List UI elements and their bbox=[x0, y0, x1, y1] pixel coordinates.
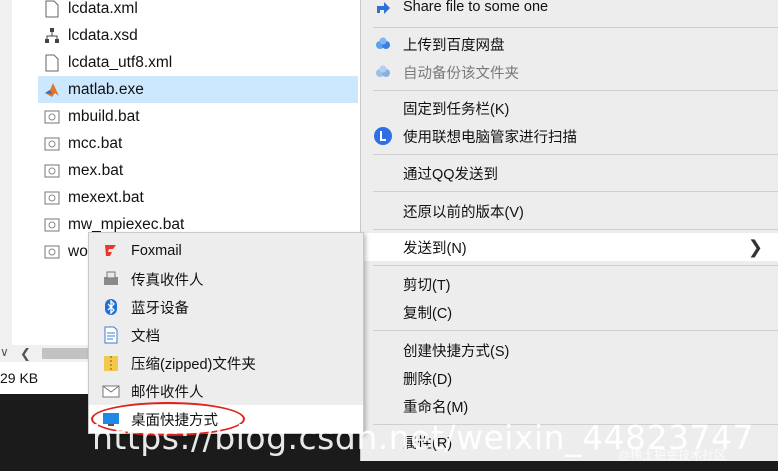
batch-icon bbox=[44, 191, 60, 204]
submenu-item-label: 蓝牙设备 bbox=[131, 300, 189, 317]
menu-item-share-file[interactable]: Share file to some one bbox=[361, 0, 778, 21]
menu-item-create-shortcut[interactable]: 创建快捷方式(S) bbox=[361, 336, 778, 364]
submenu-item-bluetooth[interactable]: 蓝牙设备 bbox=[89, 293, 363, 321]
menu-item-restore-versions[interactable]: 还原以前的版本(V) bbox=[361, 197, 778, 225]
menu-item-label: 还原以前的版本(V) bbox=[403, 204, 524, 221]
submenu-item-documents[interactable]: 文档 bbox=[89, 321, 363, 349]
file-name: lcdata_utf8.xml bbox=[68, 53, 173, 71]
menu-item-rename[interactable]: 重命名(M) bbox=[361, 392, 778, 420]
selection-size: 29 KB bbox=[0, 370, 39, 386]
submenu-item-mail-recipient[interactable]: 邮件收件人 bbox=[89, 377, 363, 405]
baidu-cloud-icon bbox=[376, 37, 390, 49]
file-row[interactable]: mexext.bat bbox=[38, 184, 358, 211]
bluetooth-icon bbox=[105, 299, 117, 315]
file-name: lcdata.xml bbox=[68, 0, 138, 17]
file-row[interactable]: mbuild.bat bbox=[38, 103, 358, 130]
menu-item-label: 使用联想电脑管家进行扫描 bbox=[403, 129, 577, 146]
lenovo-icon bbox=[374, 127, 392, 145]
file-name: wo bbox=[68, 242, 88, 260]
chevron-right-icon: ❯ bbox=[747, 237, 763, 257]
submenu-item-label: Foxmail bbox=[131, 243, 182, 259]
batch-icon bbox=[44, 164, 60, 177]
file-row-selected[interactable]: matlab.exe bbox=[38, 76, 358, 103]
fax-icon bbox=[104, 271, 118, 285]
chevron-left-icon[interactable]: ❮ bbox=[20, 346, 31, 362]
batch-icon bbox=[44, 218, 60, 231]
submenu-item-label: 传真收件人 bbox=[131, 272, 204, 289]
mail-icon bbox=[102, 385, 120, 398]
file-row[interactable]: lcdata.xml bbox=[38, 0, 358, 22]
menu-item-label: 剪切(T) bbox=[403, 277, 451, 294]
file-row[interactable]: mex.bat bbox=[38, 157, 358, 184]
document-icon bbox=[104, 326, 118, 344]
submenu-item-label: 压缩(zipped)文件夹 bbox=[131, 356, 256, 373]
file-row[interactable]: lcdata.xsd bbox=[38, 22, 358, 49]
share-icon bbox=[377, 2, 390, 14]
file-name: lcdata.xsd bbox=[68, 26, 138, 44]
matlab-icon bbox=[45, 82, 59, 97]
menu-item-label: 自动备份该文件夹 bbox=[403, 65, 519, 82]
submenu-item-zip-folder[interactable]: 压缩(zipped)文件夹 bbox=[89, 349, 363, 377]
submenu-item-label: 邮件收件人 bbox=[131, 384, 204, 401]
file-name: mex.bat bbox=[68, 161, 124, 179]
menu-item-label: Share file to some one bbox=[403, 0, 549, 15]
menu-item-label: 通过QQ发送到 bbox=[403, 166, 499, 183]
menu-item-copy[interactable]: 复制(C) bbox=[361, 298, 778, 326]
menu-separator bbox=[373, 90, 778, 91]
file-name: mcc.bat bbox=[68, 134, 123, 152]
context-menu: Share file to some one 上传到百度网盘 自动备份该文件夹 … bbox=[360, 0, 778, 461]
batch-icon bbox=[44, 137, 60, 150]
menu-item-label: 上传到百度网盘 bbox=[403, 37, 505, 54]
watermark-corner: @稀土掘金技术社区 bbox=[618, 448, 727, 462]
submenu-item-label: 文档 bbox=[131, 328, 160, 345]
menu-separator bbox=[373, 265, 778, 266]
menu-separator bbox=[373, 27, 778, 28]
file-name: mbuild.bat bbox=[68, 107, 140, 125]
menu-item-cut[interactable]: 剪切(T) bbox=[361, 270, 778, 298]
foxmail-icon bbox=[105, 245, 116, 256]
schema-icon bbox=[45, 27, 59, 43]
menu-item-label: 发送到(N) bbox=[403, 240, 467, 257]
file-row[interactable]: lcdata_utf8.xml bbox=[38, 49, 358, 76]
menu-item-upload-baidu[interactable]: 上传到百度网盘 bbox=[361, 30, 778, 58]
file-name: mw_mpiexec.bat bbox=[68, 215, 185, 233]
zip-folder-icon bbox=[104, 356, 118, 371]
batch-icon bbox=[44, 245, 60, 258]
menu-item-label: 创建快捷方式(S) bbox=[403, 343, 510, 360]
menu-item-auto-backup[interactable]: 自动备份该文件夹 bbox=[361, 58, 778, 86]
menu-item-delete[interactable]: 删除(D) bbox=[361, 364, 778, 392]
submenu-item-fax[interactable]: 传真收件人 bbox=[89, 265, 363, 293]
submenu-item-foxmail[interactable]: Foxmail bbox=[89, 237, 363, 265]
file-icon bbox=[45, 0, 59, 17]
menu-item-send-to[interactable]: 发送到(N) ❯ bbox=[361, 233, 778, 261]
baidu-cloud-icon bbox=[376, 65, 390, 77]
file-icon bbox=[45, 54, 59, 71]
file-name: mexext.bat bbox=[68, 188, 144, 206]
menu-item-label: 重命名(M) bbox=[403, 399, 469, 416]
batch-icon bbox=[44, 110, 60, 123]
menu-item-qq-send[interactable]: 通过QQ发送到 bbox=[361, 159, 778, 187]
menu-item-lenovo-scan[interactable]: 使用联想电脑管家进行扫描 bbox=[361, 122, 778, 150]
menu-separator bbox=[373, 191, 778, 192]
menu-separator bbox=[373, 330, 778, 331]
menu-item-label: 固定到任务栏(K) bbox=[403, 101, 510, 118]
chevron-down-icon[interactable]: ∨ bbox=[0, 345, 9, 359]
send-to-submenu: Foxmail 传真收件人 蓝牙设备 文档 压缩(zipped)文件夹 邮件收件… bbox=[88, 232, 364, 436]
scrollbar-thumb[interactable] bbox=[42, 348, 90, 359]
menu-separator bbox=[373, 229, 778, 230]
menu-item-pin-taskbar[interactable]: 固定到任务栏(K) bbox=[361, 94, 778, 122]
vertical-scrollbar[interactable] bbox=[0, 0, 12, 345]
file-name: matlab.exe bbox=[68, 80, 144, 98]
menu-item-label: 删除(D) bbox=[403, 371, 453, 388]
menu-separator bbox=[373, 154, 778, 155]
menu-item-label: 复制(C) bbox=[403, 305, 453, 322]
file-row[interactable]: mcc.bat bbox=[38, 130, 358, 157]
